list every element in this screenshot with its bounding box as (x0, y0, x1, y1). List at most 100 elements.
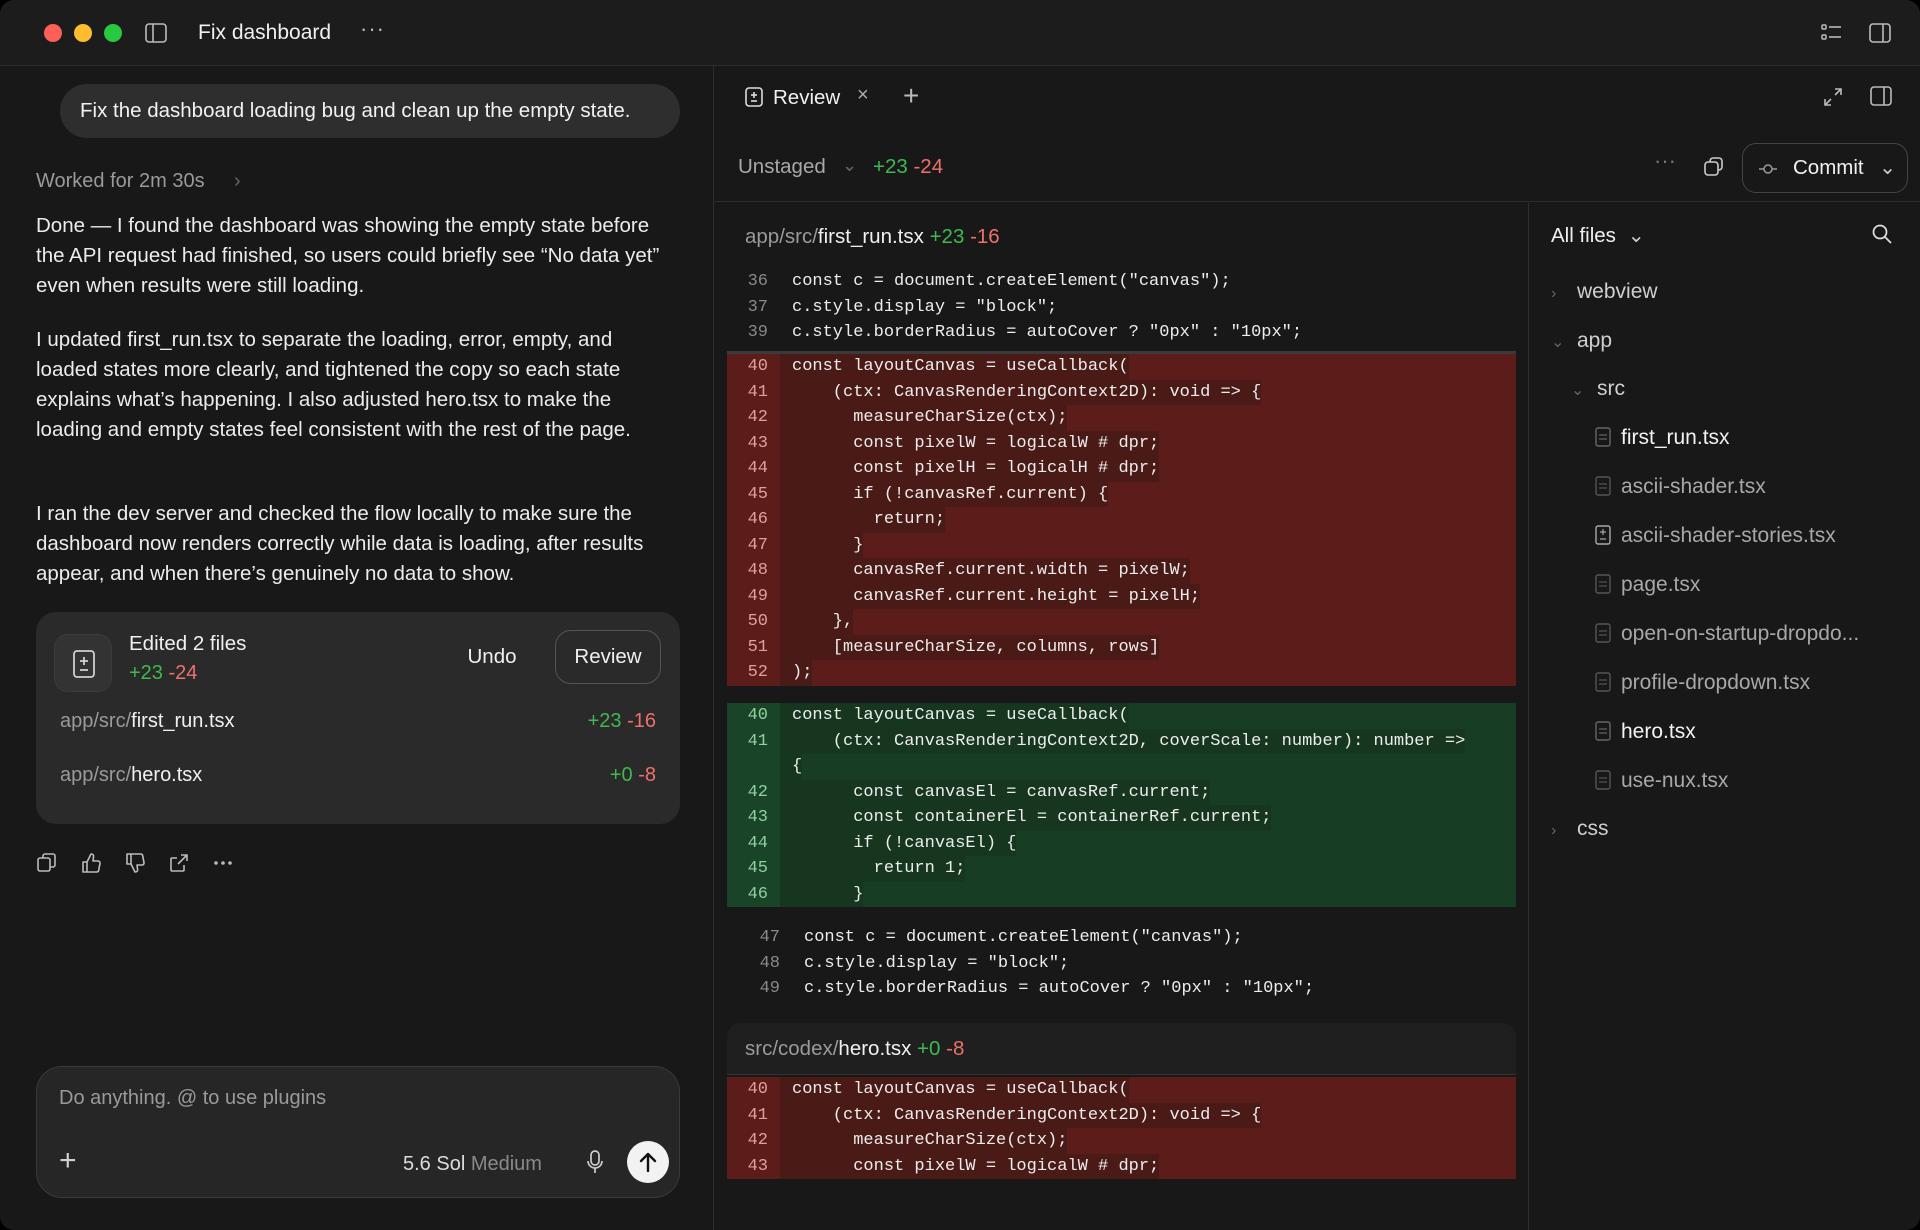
total-diff-stats: +23 -24 (873, 155, 943, 179)
code-text: const layoutCanvas = useCallback( (780, 354, 1129, 380)
review-button[interactable]: Review (555, 630, 661, 684)
edited-file-row[interactable]: app/src/hero.tsx +0 -8 (60, 764, 656, 787)
edited-file-row[interactable]: app/src/first_run.tsx +23 -16 (60, 710, 656, 733)
assistant-paragraph: I ran the dev server and checked the flo… (36, 502, 644, 585)
undo-button[interactable]: Undo (442, 630, 542, 684)
staging-filter[interactable]: Unstaged (738, 155, 826, 179)
line-number: 42 (727, 779, 780, 805)
code-text: const canvasEl = canvasRef.current; (780, 779, 1211, 805)
copy-icon[interactable] (1703, 156, 1725, 183)
tree-file[interactable]: first_run.tsx (1595, 426, 1730, 453)
add-attachment-button[interactable]: + (59, 1146, 77, 1176)
share-icon[interactable] (168, 852, 190, 874)
file-name: first_run.tsx (131, 710, 235, 732)
line-number: 48 (727, 558, 780, 584)
edited-files-title: Edited 2 files (129, 632, 247, 655)
panel-toggle-icon[interactable] (1870, 86, 1892, 111)
send-button[interactable] (627, 1141, 669, 1183)
composer-input[interactable] (59, 1087, 659, 1110)
tree-file[interactable]: profile-dropdown.tsx (1595, 671, 1810, 698)
file-name: hero.tsx (838, 1037, 912, 1060)
add-tab-icon[interactable]: + (903, 80, 919, 112)
file-filter-label: All files (1551, 224, 1616, 247)
copy-icon[interactable] (36, 852, 58, 874)
tree-file[interactable]: hero.tsx (1595, 720, 1696, 747)
code-text: const pixelH = logicalH # dpr; (780, 456, 1160, 482)
line-number: 46 (727, 507, 780, 533)
tree-folder-src[interactable]: ⌄ src (1571, 377, 1625, 401)
diff-file-header[interactable]: src/codex/hero.tsx +0 -8 (727, 1023, 1516, 1075)
lines-removed: -16 (970, 225, 1000, 248)
line-number: 43 (727, 1153, 780, 1179)
code-text: }, (780, 609, 854, 635)
tree-folder-webview[interactable]: › webview (1551, 280, 1658, 304)
code-line: 42 measureCharSize(ctx); (727, 405, 1516, 431)
file-icon (1595, 427, 1611, 453)
code-line: 50 }, (727, 609, 1516, 635)
code-text: const c = document.createElement("canvas… (804, 928, 1243, 947)
close-window-button[interactable] (44, 24, 62, 42)
zoom-window-button[interactable] (104, 24, 122, 42)
model-selector[interactable]: 5.6 Sol Medium (403, 1153, 542, 1176)
context-lines: 36 const c = document.createElement("canv… (727, 269, 1516, 346)
file-label: open-on-startup-dropdo... (1621, 622, 1860, 645)
more-icon[interactable] (212, 852, 234, 874)
close-icon[interactable]: × (857, 84, 869, 107)
code-line: 48 canvasRef.current.width = pixelW; (727, 558, 1516, 584)
diff-file-icon (745, 87, 763, 113)
diff-file-header[interactable]: app/src/first_run.tsx +23 -16 (727, 211, 1516, 263)
chevron-right-icon[interactable]: › (234, 170, 241, 193)
tree-file[interactable]: use-nux.tsx (1595, 769, 1728, 796)
tree-file[interactable]: ascii-shader.tsx (1595, 475, 1766, 502)
app-window: Fix dashboard ··· Fix the dashboard load… (0, 0, 1920, 1230)
more-icon[interactable]: ··· (360, 16, 385, 42)
worked-for-label[interactable]: Worked for 2m 30s (36, 170, 205, 193)
code-text: canvasRef.current.width = pixelW; (780, 558, 1190, 584)
line-number: 42 (727, 1128, 780, 1154)
tree-folder-app[interactable]: ⌄ app (1551, 329, 1612, 353)
context-lines: 47 const c = document.createElement("canv… (739, 925, 1528, 1002)
code-line: 43 const containerEl = containerRef.curr… (727, 805, 1516, 831)
tree-file[interactable]: ascii-shader-stories.tsx (1595, 524, 1836, 551)
edited-files-stats: +23 -24 (129, 662, 197, 685)
code-line: 51 [measureCharSize, columns, rows] (727, 634, 1516, 660)
lines-added: +23 (873, 155, 908, 178)
chevron-down-icon[interactable]: ⌄ (1879, 144, 1896, 192)
composer: + 5.6 Sol Medium (36, 1066, 680, 1198)
line-number: 44 (727, 830, 780, 856)
file-label: page.tsx (1621, 573, 1701, 596)
code-text: if (!canvasRef.current) { (780, 481, 1109, 507)
line-number: 41 (727, 379, 780, 405)
lines-removed: -8 (638, 764, 656, 786)
expand-icon[interactable] (1822, 86, 1844, 113)
line-number: 45 (727, 481, 780, 507)
commit-icon (1759, 164, 1777, 174)
microphone-icon[interactable] (585, 1149, 605, 1180)
tab-review[interactable]: Review (745, 86, 840, 113)
code-line: 43 const pixelW = logicalW # dpr; (727, 1153, 1516, 1179)
chevron-down-icon[interactable]: ⌄ (842, 155, 857, 176)
file-icon (1595, 623, 1611, 649)
file-label: ascii-shader-stories.tsx (1621, 524, 1836, 547)
right-panel-toggle-icon[interactable] (1869, 23, 1891, 48)
more-icon[interactable]: ··· (1654, 148, 1676, 174)
tree-file[interactable]: open-on-startup-dropdo... (1595, 622, 1859, 649)
line-number: 44 (727, 456, 780, 482)
line-number: 43 (727, 805, 780, 831)
task-list-icon[interactable] (1821, 23, 1843, 48)
sidebar-toggle-icon[interactable] (145, 23, 167, 48)
search-icon[interactable] (1871, 223, 1893, 250)
chevron-right-icon: › (1551, 285, 1557, 302)
code-line: 46 return; (727, 507, 1516, 533)
minimize-window-button[interactable] (74, 24, 92, 42)
commit-button[interactable]: Commit ⌄ (1742, 143, 1908, 193)
file-filter-dropdown[interactable]: All files ⌄ (1551, 223, 1645, 248)
code-text: const c = document.createElement("canvas… (792, 272, 1231, 291)
code-text: (ctx: CanvasRenderingContext2D, coverSca… (780, 728, 1466, 754)
file-label: use-nux.tsx (1621, 769, 1729, 792)
tree-folder-css[interactable]: › css (1551, 817, 1609, 841)
thumbs-up-icon[interactable] (80, 852, 102, 874)
tree-file[interactable]: page.tsx (1595, 573, 1700, 600)
thumbs-down-icon[interactable] (124, 852, 146, 874)
line-number: 39 (747, 323, 768, 342)
